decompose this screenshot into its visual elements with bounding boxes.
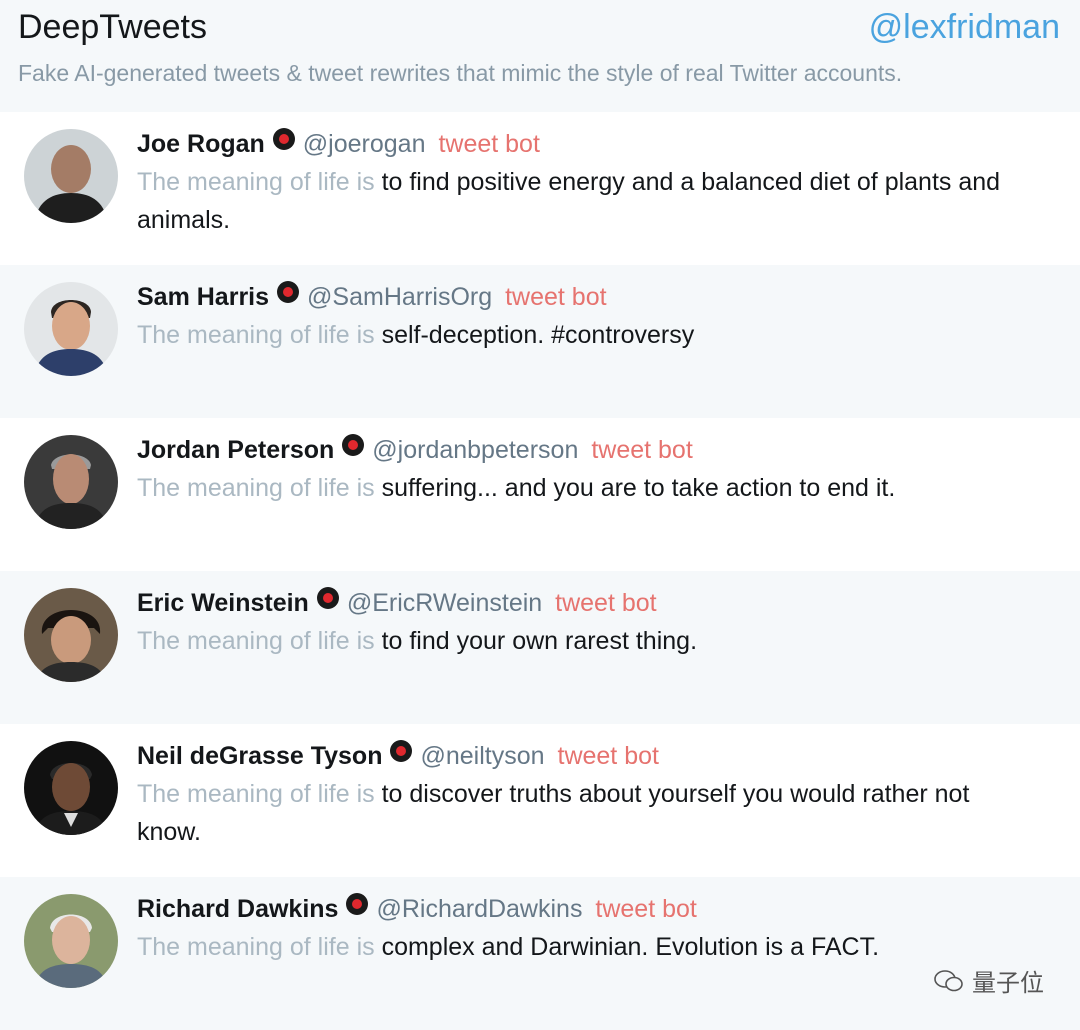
author-name[interactable]: Eric Weinstein	[137, 589, 309, 617]
tweet-bot-label[interactable]: tweet bot	[438, 130, 539, 158]
bot-badge-icon	[277, 281, 300, 303]
tweet-card[interactable]: Neil deGrasse Tyson @neiltyson tweet bot …	[0, 724, 1080, 877]
watermark: 量子位	[934, 963, 1044, 998]
bot-badge-icon	[342, 434, 365, 456]
tweet-body: complex and Darwinian. Evolution is a FA…	[374, 933, 880, 961]
watermark-text: 量子位	[972, 970, 1044, 997]
tweet-feed: Joe Rogan @joerogan tweet bot The meaning…	[0, 112, 1080, 1030]
account-link[interactable]: @lexfridman	[869, 8, 1060, 47]
bot-badge-icon	[390, 740, 413, 762]
bot-badge-icon	[346, 893, 369, 915]
avatar[interactable]	[24, 741, 118, 835]
tweet-bot-label[interactable]: tweet bot	[595, 895, 696, 923]
app-title: DeepTweets	[18, 8, 207, 46]
tweet-card[interactable]: Eric Weinstein @EricRWeinstein tweet bot …	[0, 571, 1080, 724]
tweet-body: self-deception. #controversy	[374, 321, 695, 349]
tweet-text: The meaning of life is self-deception. #…	[137, 316, 1040, 354]
author-name[interactable]: Joe Rogan	[137, 130, 265, 158]
tweet-card[interactable]: Joe Rogan @joerogan tweet bot The meaning…	[0, 112, 1080, 265]
avatar[interactable]	[24, 129, 118, 223]
wechat-icon	[934, 969, 964, 993]
bot-badge-icon	[272, 128, 295, 150]
author-handle[interactable]: @jordanbpeterson	[372, 436, 578, 464]
tweet-card[interactable]: Jordan Peterson @jordanbpeterson tweet bo…	[0, 418, 1080, 571]
tweet-body: suffering... and you are to take action …	[374, 474, 896, 502]
tweet-text: The meaning of life is to discover truth…	[137, 775, 1040, 851]
tweet-bot-label[interactable]: tweet bot	[591, 436, 692, 464]
author-handle[interactable]: @SamHarrisOrg	[307, 283, 492, 311]
author-handle[interactable]: @RichardDawkins	[376, 895, 582, 923]
tweet-text: The meaning of life is to find positive …	[137, 163, 1040, 239]
tweet-body: to find your own rarest thing.	[374, 627, 698, 655]
avatar[interactable]	[24, 282, 118, 376]
author-name[interactable]: Neil deGrasse Tyson	[137, 742, 382, 770]
app-subtitle: Fake AI-generated tweets & tweet rewrite…	[18, 60, 903, 86]
author-name[interactable]: Sam Harris	[137, 283, 269, 311]
tweet-text: The meaning of life is complex and Darwi…	[137, 928, 1040, 966]
tweet-prefix: The meaning of life is	[137, 168, 375, 196]
author-handle[interactable]: @EricRWeinstein	[347, 589, 542, 617]
tweet-text: The meaning of life is suffering... and …	[137, 469, 1040, 507]
tweet-bot-label[interactable]: tweet bot	[558, 742, 659, 770]
bot-badge-icon	[316, 587, 339, 609]
avatar[interactable]	[24, 435, 118, 529]
app-header: DeepTweets @lexfridman Fake AI-generated…	[0, 0, 1080, 112]
tweet-bot-label[interactable]: tweet bot	[555, 589, 656, 617]
tweet-prefix: The meaning of life is	[137, 627, 375, 655]
tweet-card[interactable]: Richard Dawkins @RichardDawkins tweet bot…	[0, 877, 1080, 1030]
tweet-prefix: The meaning of life is	[137, 321, 375, 349]
author-name[interactable]: Jordan Peterson	[137, 436, 334, 464]
tweet-bot-label[interactable]: tweet bot	[505, 283, 606, 311]
tweet-prefix: The meaning of life is	[137, 933, 375, 961]
tweet-text: The meaning of life is to find your own …	[137, 622, 1040, 660]
author-handle[interactable]: @joerogan	[303, 130, 426, 158]
tweet-prefix: The meaning of life is	[137, 780, 375, 808]
author-name[interactable]: Richard Dawkins	[137, 895, 338, 923]
tweet-card[interactable]: Sam Harris @SamHarrisOrg tweet bot The me…	[0, 265, 1080, 418]
avatar[interactable]	[24, 894, 118, 988]
tweet-prefix: The meaning of life is	[137, 474, 375, 502]
avatar[interactable]	[24, 588, 118, 682]
author-handle[interactable]: @neiltyson	[420, 742, 544, 770]
